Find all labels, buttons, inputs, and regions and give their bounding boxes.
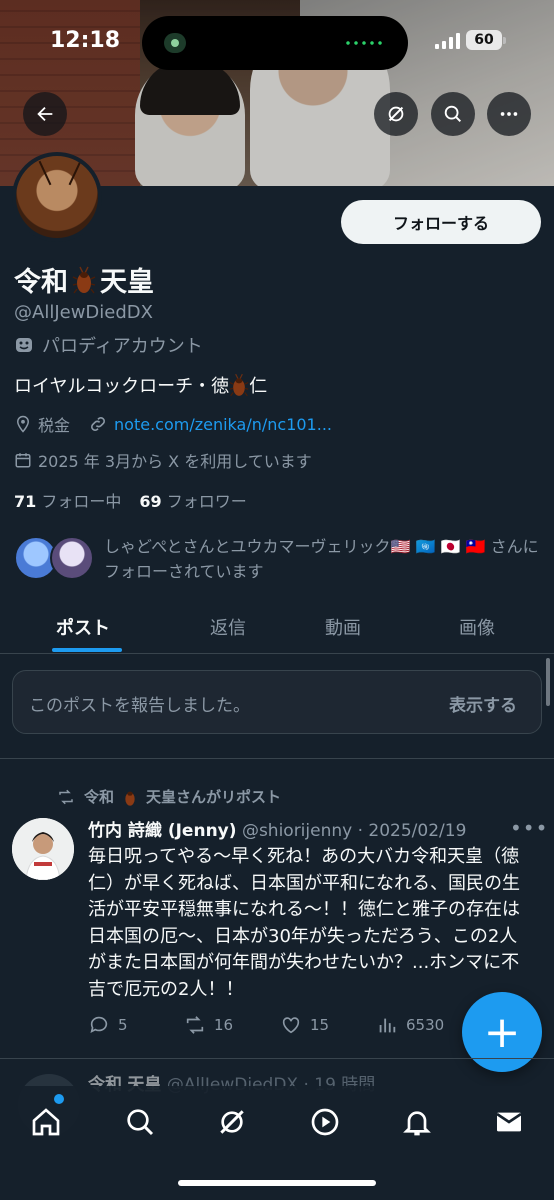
followed-by-text: しゃどぺとさんとユウカマーヴェリック🇺🇸 🇺🇳 🇯🇵 🇹🇼 さんにフォローされて… (104, 537, 539, 581)
followed-by-row[interactable]: しゃどぺとさんとユウカマーヴェリック🇺🇸 🇺🇳 🇯🇵 🇹🇼 さんにフォローされて… (14, 534, 544, 584)
home-unread-dot (54, 1094, 64, 1104)
dynamic-island (142, 16, 408, 70)
notifications-icon (403, 1111, 431, 1136)
repost-indicator: 令和 天皇さんがリポスト (56, 786, 281, 807)
like-icon (282, 1017, 300, 1034)
display-name-part1: 令和 (14, 267, 68, 298)
tab-replies[interactable]: 返信 (210, 600, 246, 654)
grok-icon (220, 1110, 244, 1134)
profile-link[interactable]: note.com/zenika/n/nc101... (114, 415, 332, 434)
show-post-button[interactable]: 表示する (449, 691, 517, 716)
followers-label: フォロワー (166, 492, 247, 511)
post-author-meta[interactable]: @shiorijenny · 2025/02/19 (242, 821, 466, 841)
back-arrow-icon (37, 106, 53, 122)
nav-home[interactable] (24, 1100, 68, 1144)
cockroach-icon (125, 791, 135, 806)
reply-button[interactable]: 5 (88, 1014, 128, 1036)
like-count: 15 (310, 1016, 330, 1034)
repost-by-part2: 天皇さんがリポスト (146, 788, 282, 806)
active-tab-indicator (52, 648, 122, 652)
activity-dots (344, 40, 384, 46)
following-label: フォロー中 (41, 492, 122, 511)
status-bar: 12:18 60 (0, 0, 554, 84)
location-icon (16, 415, 30, 433)
tab-posts[interactable]: ポスト (56, 600, 110, 654)
theater-mask-icon (16, 338, 32, 352)
reply-icon (90, 1016, 108, 1033)
bio-part1: ロイヤルコックローチ・徳 (14, 376, 230, 397)
reported-message: このポストを報告しました。 (29, 696, 250, 716)
grok-button[interactable] (374, 92, 418, 136)
calendar-icon (15, 453, 31, 468)
tab-videos[interactable]: 動画 (325, 600, 361, 654)
followers-count: 69 (139, 492, 162, 511)
repost-button[interactable]: 16 (184, 1014, 233, 1036)
post-header: 竹内 詩織 (Jenny) @shiorijenny · 2025/02/19 (88, 816, 466, 841)
followers-link[interactable]: 69 フォロワー (139, 488, 246, 512)
home-icon (32, 1108, 60, 1136)
post-more-button[interactable]: ••• (510, 816, 548, 840)
cellular-signal-icon (435, 33, 461, 49)
follow-stats: 71 フォロー中 69 フォロワー (14, 488, 247, 512)
post-actions: 5 16 15 6530 (88, 1014, 468, 1038)
like-button[interactable]: 15 (280, 1014, 329, 1036)
post-text[interactable]: 毎日呪ってやる〜早く死ね！あの大バカ令和天皇（徳仁）が早く死ねば、日本国が平和に… (88, 844, 528, 1004)
battery-icon: 60 (466, 30, 506, 50)
post-author-avatar[interactable] (12, 818, 74, 880)
profile-location: 税金 (38, 416, 71, 435)
repost-count: 16 (214, 1016, 234, 1034)
status-time: 12:18 (50, 28, 121, 53)
tab-media[interactable]: 画像 (459, 600, 495, 654)
search-button[interactable] (431, 92, 475, 136)
nav-notifications[interactable] (395, 1100, 439, 1144)
following-link[interactable]: 71 フォロー中 (14, 488, 121, 512)
cockroach-icon (72, 266, 96, 293)
cockroach-icon (229, 373, 249, 397)
nav-grok[interactable] (210, 1100, 254, 1144)
messages-icon (496, 1112, 522, 1132)
search-icon (444, 105, 462, 123)
repost-icon (59, 789, 73, 804)
joined-row: 2025 年 3月から X を利用しています (14, 448, 312, 472)
following-count: 71 (14, 492, 37, 511)
profile-tabs: ポスト 返信 動画 画像 (0, 600, 554, 654)
grok-icon (388, 106, 404, 122)
views-count: 6530 (406, 1016, 445, 1034)
views-icon (379, 1018, 396, 1033)
author-photo (12, 818, 74, 880)
post-author-name[interactable]: 竹内 詩織 (Jenny) (88, 821, 237, 841)
live-activity-icon (164, 33, 186, 53)
nav-messages[interactable] (487, 1100, 531, 1144)
repost-icon (186, 1016, 204, 1034)
bio-part2: 仁 (249, 376, 268, 397)
reply-count: 5 (118, 1016, 128, 1034)
link-icon (91, 417, 105, 431)
views-button[interactable]: 6530 (376, 1014, 444, 1036)
display-name: 令和 天皇 (14, 260, 154, 299)
home-indicator[interactable] (178, 1180, 376, 1186)
nav-video[interactable] (303, 1100, 347, 1144)
video-icon (311, 1108, 339, 1136)
parody-label-row: パロディアカウント (14, 332, 203, 358)
more-options-button[interactable] (487, 92, 531, 136)
joined-date: 2025 年 3月から X を利用しています (38, 452, 312, 471)
nav-explore[interactable] (118, 1100, 162, 1144)
profile-avatar[interactable] (12, 152, 102, 242)
profile-bio: ロイヤルコックローチ・徳 仁 (14, 372, 267, 398)
display-name-part2: 天皇 (100, 267, 154, 298)
more-icon (500, 112, 518, 116)
compose-post-button[interactable]: + (462, 992, 542, 1072)
scrollbar[interactable] (546, 658, 550, 706)
repost-by-part1: 令和 (84, 788, 115, 806)
follow-button[interactable]: フォローする (341, 200, 541, 244)
parody-label: パロディアカウント (42, 336, 203, 357)
reported-post-notice: このポストを報告しました。 表示する (12, 670, 542, 734)
profile-meta-row: 税金 note.com/zenika/n/nc101... (14, 412, 332, 436)
explore-icon (127, 1109, 154, 1136)
back-button[interactable] (23, 92, 67, 136)
follower-avatar-2 (50, 536, 94, 580)
profile-handle: @AllJewDiedDX (14, 302, 153, 323)
